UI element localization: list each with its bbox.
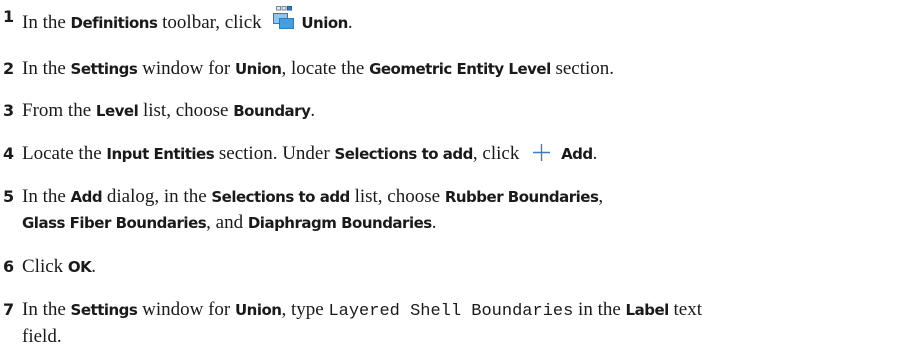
step-number: 5 — [3, 187, 15, 206]
ui-term: Glass Fiber Boundaries — [22, 214, 207, 232]
step-number: 2 — [3, 59, 15, 78]
text-run: , type — [281, 299, 329, 320]
ui-term: Definitions — [70, 14, 158, 32]
ui-term: OK — [67, 258, 92, 276]
ui-term: Rubber Boundaries — [444, 188, 599, 206]
text-run: . — [347, 12, 353, 33]
code-text: Layered Shell Boundaries — [328, 302, 574, 321]
step-number: 4 — [3, 144, 15, 163]
step-number: 1 — [3, 7, 15, 26]
union-icon — [270, 6, 296, 38]
text-run: , click — [472, 143, 525, 164]
text-run: In the — [22, 58, 71, 79]
step-text: Glass Fiber Boundaries, and Diaphragm Bo… — [22, 212, 436, 234]
step-text: Click OK. — [22, 256, 96, 278]
ui-term: Diaphragm Boundaries — [247, 214, 432, 232]
text-run: , — [598, 186, 604, 207]
step-text: In the Definitions toolbar, click Union. — [22, 6, 353, 38]
text-run: field. — [22, 326, 62, 347]
text-run: in the — [573, 299, 626, 320]
ui-term: Geometric Entity Level — [369, 60, 551, 78]
ui-term: Union — [301, 14, 348, 32]
text-run: toolbar, click — [157, 12, 267, 33]
ui-term: Union — [235, 60, 282, 78]
ui-term: Label — [625, 301, 670, 319]
text-run: list, choose — [138, 100, 234, 121]
text-run: From the — [22, 100, 96, 121]
step-text: From the Level list, choose Boundary. — [22, 100, 315, 122]
text-run: Click — [22, 256, 68, 277]
ui-term: Selections to add — [211, 188, 350, 206]
text-run: dialog, in the — [102, 186, 212, 207]
ui-term: Boundary — [233, 102, 311, 120]
text-run: window for — [137, 58, 235, 79]
step-text: In the Add dialog, in the Selections to … — [22, 186, 603, 208]
text-run: section. Under — [214, 143, 335, 164]
plus-icon — [532, 143, 551, 168]
text-run: text — [668, 299, 703, 320]
step-text: Locate the Input Entities section. Under… — [22, 143, 597, 168]
ui-term: Input Entities — [106, 145, 215, 163]
text-run: . — [310, 100, 316, 121]
text-run: In the — [22, 299, 71, 320]
text-run: . — [91, 256, 97, 277]
step-number: 3 — [3, 101, 15, 120]
text-run: , and — [206, 212, 248, 233]
step-text: In the Settings window for Union, type L… — [22, 299, 702, 323]
ui-term: Level — [95, 102, 139, 120]
step-number: 6 — [3, 257, 15, 276]
text-run: , locate the — [281, 58, 370, 79]
ui-term: Selections to add — [334, 145, 473, 163]
ui-term: Add — [561, 145, 593, 163]
text-run: list, choose — [349, 186, 445, 207]
text-run: . — [592, 143, 598, 164]
text-run: . — [431, 212, 437, 233]
text-run: In the — [22, 186, 71, 207]
ui-term: Settings — [70, 60, 138, 78]
step-number: 7 — [3, 300, 15, 319]
text-run: In the — [22, 12, 71, 33]
ui-term: Union — [235, 301, 282, 319]
ui-term: Add — [70, 188, 103, 206]
step-text: field. — [22, 326, 62, 348]
text-run: Locate the — [22, 143, 107, 164]
text-run: section. — [550, 58, 615, 79]
text-run: window for — [137, 299, 235, 320]
ui-term: Settings — [70, 301, 138, 319]
step-text: In the Settings window for Union, locate… — [22, 58, 614, 80]
